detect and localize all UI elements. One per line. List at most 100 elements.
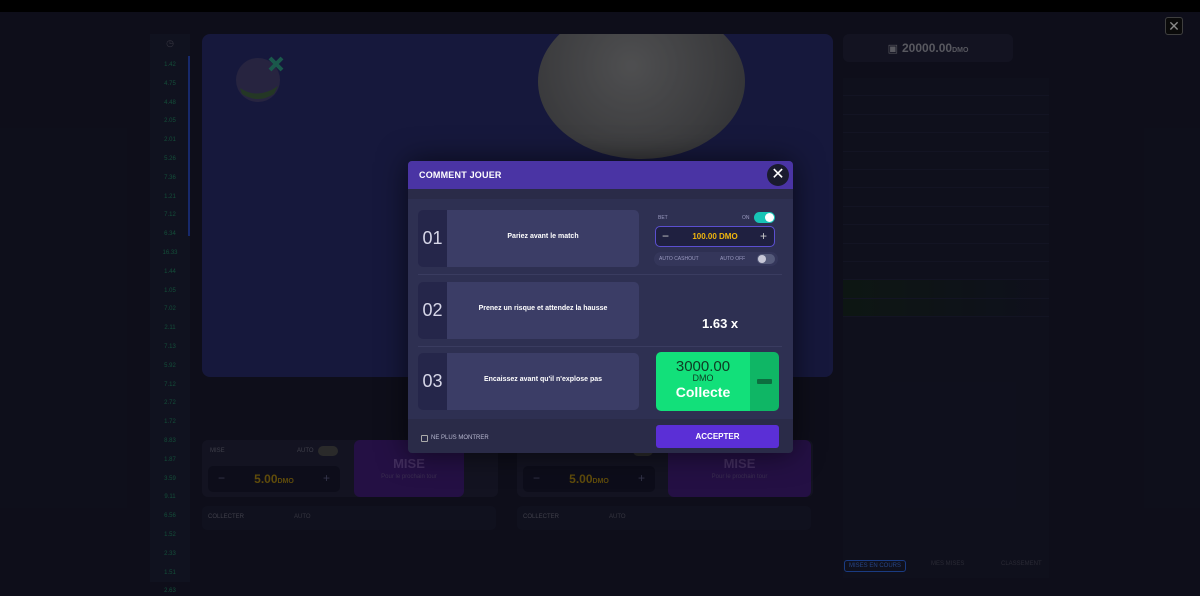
- multiplier-history-item: 5.92: [164, 362, 176, 369]
- demo-on-label: ON: [742, 215, 750, 221]
- multiplier-history-list: 1.42 4.75 4.48 2.05 2.01 5.26 7.36 1.21 7.12 6.34…: [150, 52, 190, 596]
- step-3-text: Encaissez avant qu'il n'explose pas: [483, 376, 603, 383]
- multiplier-history-item: 7.12: [164, 381, 176, 388]
- demo-auto-toggle[interactable]: [757, 254, 775, 264]
- demo-bet-label: BET: [658, 215, 668, 221]
- multiplier-history-item: 2.01: [164, 137, 176, 144]
- balance-amount: 20000.00: [902, 41, 953, 55]
- table-row: [843, 207, 1049, 226]
- multiplier-history-item: 7.02: [164, 306, 176, 313]
- mise-sublabel: Pour le prochain tour: [381, 474, 437, 480]
- collect-button-main[interactable]: 3000.00 DMO Collecte: [656, 352, 750, 411]
- plus-icon[interactable]: +: [323, 471, 330, 485]
- step-3-box: Encaissez avant qu'il n'explose pas: [447, 353, 639, 410]
- collect-label: COLLECTER: [208, 514, 245, 520]
- collect-row-2: COLLECTER AUTO: [517, 506, 811, 530]
- multiplier-history-item: 2.63: [164, 588, 176, 595]
- multiplier-history-item: 7.12: [164, 212, 176, 219]
- step-3-number: 03: [418, 353, 447, 410]
- bet-stepper[interactable]: − 5.00DMO +: [208, 466, 340, 492]
- close-icon[interactable]: ✕: [1165, 17, 1183, 35]
- mise-label: MISE: [393, 456, 425, 471]
- history-scrollbar[interactable]: [188, 56, 190, 236]
- multiplier-history-item: 9.11: [164, 494, 176, 501]
- multiplier-history-item: 1.87: [164, 456, 176, 463]
- multiplier-history-item: 7.13: [164, 343, 176, 350]
- multiplier-history-item: 2.11: [164, 325, 176, 332]
- divider: [418, 274, 782, 275]
- multiplier-history-item: 1.05: [164, 287, 176, 294]
- bet-label: MISE: [210, 448, 225, 454]
- multiplier-history-item: 2.33: [164, 550, 176, 557]
- multiplier-history-column: ◷ 1.42 4.75 4.48 2.05 2.01 5.26 7.36 1.21 7.12 6.…: [150, 34, 190, 594]
- modal-header: COMMENT JOUER ✕: [408, 161, 793, 189]
- plus-icon[interactable]: +: [760, 229, 767, 243]
- modal-title: COMMENT JOUER: [419, 170, 502, 180]
- multiplier-history-item: 2.72: [164, 400, 176, 407]
- collect-row-1: COLLECTER AUTO: [202, 506, 496, 530]
- multiplier-history-item: 6.34: [164, 231, 176, 238]
- table-row: [843, 115, 1049, 134]
- plus-icon[interactable]: +: [638, 471, 645, 485]
- bet-stepper[interactable]: − 5.00DMO +: [523, 466, 655, 492]
- demo-bet-toggle[interactable]: [754, 212, 775, 223]
- tab-leaderboard[interactable]: CLASSEMENT: [1001, 561, 1042, 567]
- multiplier-history-item: 1.21: [164, 193, 176, 200]
- bets-tabs: MISES EN COURS MES MISES CLASSEMENT: [843, 560, 1049, 575]
- demo-auto-cashout-row: AUTO CASHOUT AUTO OFF: [654, 252, 778, 266]
- table-row: [843, 188, 1049, 207]
- table-row: [843, 78, 1049, 97]
- multiplier-display: 1.63 x: [702, 316, 739, 331]
- table-row: [843, 133, 1049, 152]
- top-black-bar: [0, 0, 1200, 12]
- multiplier-history-item: 8.83: [164, 437, 176, 444]
- collect-button[interactable]: 3000.00 DMO Collecte: [656, 352, 779, 411]
- multiplier-history-item: 1.72: [164, 419, 176, 426]
- table-row: [843, 280, 1049, 299]
- demo-bet-widget: BET ON − 100.00 DMO + AUTO CASHOUT AUTO …: [654, 209, 778, 269]
- tab-current-bets[interactable]: MISES EN COURS: [844, 560, 907, 572]
- tab-my-bets[interactable]: MES MISES: [931, 561, 964, 567]
- table-row: [843, 262, 1049, 281]
- how-to-play-modal: COMMENT JOUER ✕ 01 Pariez avant le match…: [408, 161, 793, 453]
- auto-label: AUTO: [297, 448, 314, 454]
- mise-sublabel: Pour le prochain tour: [711, 474, 768, 480]
- step-1-box: Pariez avant le match: [447, 210, 639, 267]
- table-row: [843, 152, 1049, 170]
- accept-button[interactable]: ACCEPTER: [656, 425, 779, 448]
- bets-table: [843, 78, 1049, 578]
- auto-toggle[interactable]: [318, 446, 338, 456]
- multiplier-history-item: 16.33: [162, 249, 178, 256]
- history-icon[interactable]: ◷: [150, 34, 190, 52]
- demo-bet-value: 100.00 DMO: [692, 232, 738, 241]
- step-2-number: 02: [418, 282, 447, 339]
- multiplier-history-item: 5.26: [164, 155, 176, 162]
- table-row: [843, 298, 1049, 318]
- dont-show-label[interactable]: NE PLUS MONTRER: [431, 435, 489, 441]
- step-1-number: 01: [418, 210, 447, 267]
- multiplier-history-item: 4.75: [164, 80, 176, 87]
- modal-close-icon[interactable]: ✕: [767, 164, 789, 186]
- multiplier-history-item: 3.59: [164, 475, 176, 482]
- multiplier-history-item: 4.48: [164, 99, 176, 106]
- table-row: [843, 244, 1049, 262]
- collect-label: Collecte: [675, 384, 731, 400]
- step-1-text: Pariez avant le match: [507, 233, 579, 240]
- balance-unit: DMO: [952, 47, 969, 54]
- bet-value: 5.00DMO: [569, 472, 609, 486]
- collect-minus-button[interactable]: [750, 352, 779, 411]
- step-2-text: Prenez un risque et attendez la hausse: [478, 305, 608, 312]
- dont-show-checkbox[interactable]: [421, 435, 428, 442]
- bet-value: 5.00DMO: [254, 472, 294, 486]
- multiplier-history-item: 1.44: [164, 268, 176, 275]
- collect-unit: DMO: [692, 373, 714, 383]
- demo-bet-stepper[interactable]: − 100.00 DMO +: [655, 226, 775, 247]
- table-row: [843, 170, 1049, 189]
- divider: [418, 346, 782, 347]
- demo-auto-off-label: AUTO OFF: [720, 256, 746, 262]
- collect-auto-label: AUTO: [609, 514, 626, 520]
- collect-auto-label: AUTO: [294, 514, 311, 520]
- mise-label: MISE: [723, 456, 756, 471]
- minus-icon: [757, 379, 772, 384]
- multiplier-history-item: 1.51: [164, 569, 176, 576]
